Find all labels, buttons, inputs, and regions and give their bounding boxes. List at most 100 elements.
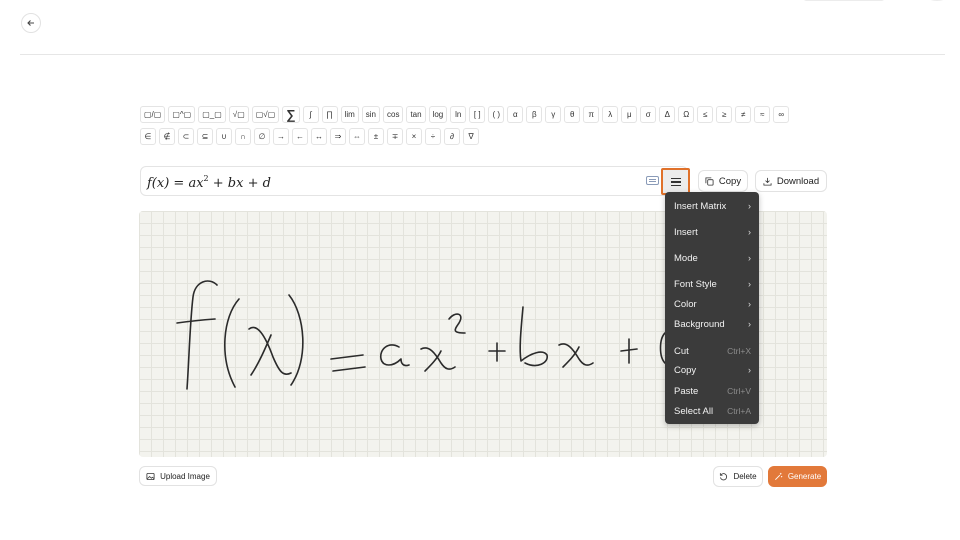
math-editor-page: ▢/▢ ▢^▢ ▢_▢ √▢ ▢√▢ ∑ ∫ ∏ lim sin cos tan log ln[ ]( )… — [0, 0, 960, 540]
menu-item-color[interactable]: Color › — [674, 296, 751, 312]
copy-button[interactable]: Copy — [698, 170, 748, 192]
menu-item-background[interactable]: Background › — [674, 316, 751, 332]
symbol-button[interactable]: ≈ — [754, 106, 771, 123]
symbol-button[interactable]: ▢_▢ — [198, 106, 226, 123]
symbol-button[interactable]: ∓ — [387, 128, 403, 145]
symbol-button[interactable]: ▢√▢ — [251, 106, 280, 123]
symbol-button[interactable]: σ — [640, 106, 657, 123]
symbol-button[interactable]: ∫ — [302, 106, 319, 123]
chevron-right-icon: › — [748, 299, 751, 309]
symbol-button[interactable]: ⊂ — [178, 128, 194, 145]
expression-base: f(x) = ax — [147, 176, 204, 191]
symbol-button[interactable]: → — [273, 128, 289, 145]
top-bar-avatar[interactable] — [928, 0, 946, 1]
chevron-right-icon: › — [748, 253, 751, 263]
image-icon — [146, 472, 155, 480]
delete-label: Delete — [733, 472, 757, 481]
symbol-toolbar-row-2: ∈ ∉ ⊂ ⊆ ∪ ∩ ∅ → ← ↔ ⇒ ⇔ ± ∓ × ÷ ∂ ∇ — [140, 128, 479, 145]
symbol-button[interactable]: [ ] — [469, 106, 486, 123]
menu-item-shortcut: Ctrl+A — [727, 406, 751, 416]
expression-text: f(x) = ax2 + bx + d — [147, 174, 271, 191]
menu-button[interactable] — [661, 168, 690, 195]
symbol-button[interactable]: ← — [292, 128, 308, 145]
chevron-right-icon: › — [748, 227, 751, 237]
symbol-button[interactable]: cos — [383, 106, 404, 123]
symbol-button[interactable]: ± — [368, 128, 384, 145]
symbol-button[interactable]: ∩ — [235, 128, 251, 145]
symbol-button[interactable]: ∏ — [321, 106, 338, 123]
symbol-button[interactable]: ⇒ — [330, 128, 346, 145]
expression-rest: + bx + d — [208, 176, 271, 191]
menu-item-insert[interactable]: Insert › — [674, 224, 751, 240]
symbol-button[interactable]: ∉ — [159, 128, 175, 145]
symbol-button[interactable]: ⇔ — [349, 128, 365, 145]
symbol-button[interactable]: ≥ — [716, 106, 733, 123]
menu-item-label: Paste — [674, 385, 699, 397]
reset-icon — [720, 473, 728, 481]
delete-button[interactable]: Delete — [713, 466, 763, 487]
copy-icon — [705, 176, 714, 186]
symbol-button[interactable]: ∈ — [140, 128, 156, 145]
symbol-button[interactable]: sin — [361, 106, 380, 123]
symbol-button[interactable]: ∑ — [282, 106, 300, 123]
symbol-button[interactable]: lim — [340, 106, 359, 123]
symbol-button[interactable]: ÷ — [425, 128, 441, 145]
symbol-button[interactable]: λ — [602, 106, 619, 123]
symbol-button[interactable]: ↔ — [311, 128, 327, 145]
menu-item-cut[interactable]: Cut Ctrl+X — [674, 343, 751, 359]
symbol-button[interactable]: π — [583, 106, 600, 123]
symbol-button[interactable]: Ω — [678, 106, 695, 123]
magic-wand-icon — [774, 472, 783, 480]
arrow-left-icon — [27, 20, 34, 26]
menu-item-shortcut: Ctrl+X — [727, 346, 751, 356]
menu-item-label: Mode — [674, 252, 698, 264]
upload-image-button[interactable]: Upload Image — [139, 466, 217, 486]
chevron-right-icon: › — [748, 201, 751, 211]
symbol-button[interactable]: ∪ — [216, 128, 232, 145]
top-bar-button[interactable] — [803, 0, 885, 1]
menu-item-label: Insert — [674, 226, 698, 238]
back-button[interactable] — [21, 13, 41, 33]
symbol-button[interactable]: ⊆ — [197, 128, 213, 145]
symbol-button[interactable]: ∅ — [254, 128, 270, 145]
symbol-button[interactable]: ( ) — [488, 106, 505, 123]
menu-item-font-style[interactable]: Font Style › — [674, 276, 751, 292]
symbol-button[interactable]: Δ — [659, 106, 676, 123]
symbol-button[interactable]: ≠ — [735, 106, 752, 123]
menu-item-label: Insert Matrix — [674, 200, 727, 212]
symbol-button[interactable]: β — [526, 106, 543, 123]
menu-item-paste[interactable]: Paste Ctrl+V — [674, 383, 751, 399]
symbol-button[interactable]: √▢ — [228, 106, 249, 123]
menu-item-label: Copy — [674, 364, 697, 376]
symbol-toolbar-row-1: ▢/▢ ▢^▢ ▢_▢ √▢ ▢√▢ ∑ ∫ ∏ lim sin cos tan log ln[ ]( )… — [140, 106, 790, 123]
symbol-button[interactable]: ▢/▢ — [140, 106, 166, 123]
symbol-button[interactable]: tan — [406, 106, 426, 123]
latex-expression-field[interactable]: f(x) = ax2 + bx + d — [140, 166, 688, 196]
header-divider — [20, 54, 945, 55]
symbol-button[interactable]: ln — [450, 106, 467, 123]
symbol-button[interactable]: × — [406, 128, 422, 145]
symbol-button[interactable]: ▢^▢ — [168, 106, 196, 123]
symbol-button[interactable]: ∇ — [463, 128, 479, 145]
menu-item-mode[interactable]: Mode › — [674, 250, 751, 266]
symbol-button[interactable]: α — [507, 106, 524, 123]
symbol-button[interactable]: log — [428, 106, 448, 123]
menu-item-insert-matrix[interactable]: Insert Matrix › — [674, 198, 751, 214]
menu-item-label: Color — [674, 298, 697, 310]
symbol-button[interactable]: ∞ — [773, 106, 790, 123]
menu-item-select-all[interactable]: Select All Ctrl+A — [674, 403, 751, 419]
menu-item-shortcut: Ctrl+V — [727, 386, 751, 396]
menu-item-label: Select All — [674, 405, 714, 417]
generate-button[interactable]: Generate — [768, 466, 827, 487]
symbol-button[interactable]: θ — [564, 106, 581, 123]
menu-item-copy[interactable]: Copy › — [674, 362, 751, 378]
download-label: Download — [776, 175, 820, 187]
symbol-button[interactable]: ≤ — [697, 106, 714, 123]
upload-image-label: Upload Image — [160, 471, 210, 481]
symbol-button[interactable]: γ — [545, 106, 562, 123]
symbol-button[interactable]: ∂ — [444, 128, 460, 145]
symbol-button[interactable]: μ — [621, 106, 638, 123]
chevron-right-icon: › — [748, 279, 751, 289]
download-button[interactable]: Download — [755, 170, 827, 192]
keyboard-icon[interactable] — [646, 176, 659, 185]
